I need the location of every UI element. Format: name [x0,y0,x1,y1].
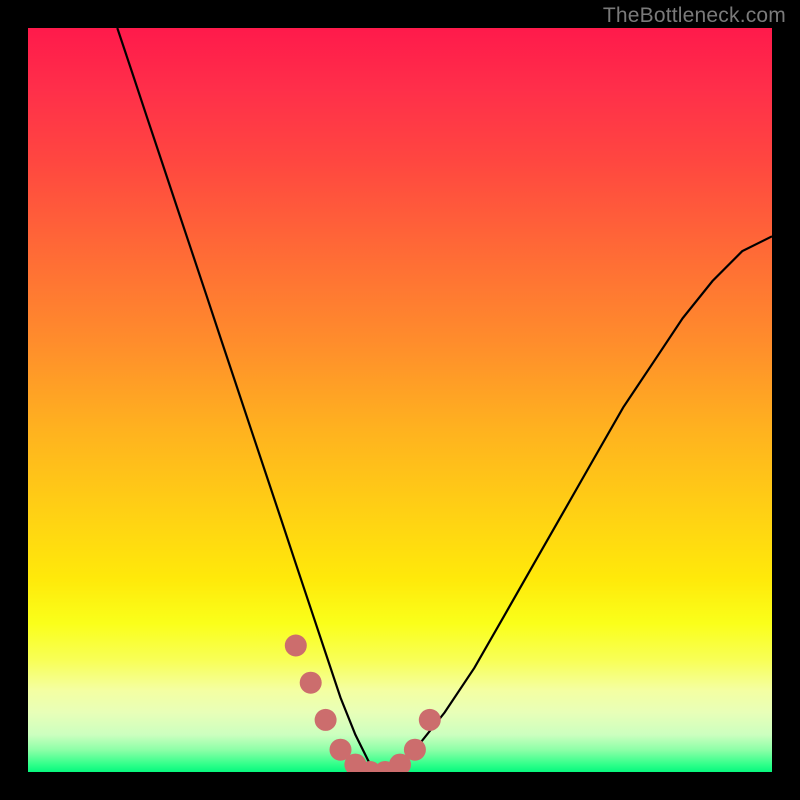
marker-dot [315,709,337,731]
marker-dot [285,635,307,657]
chart-frame: TheBottleneck.com [0,0,800,800]
plot-area [28,28,772,772]
watermark-text: TheBottleneck.com [603,4,786,28]
bottleneck-curve-path [117,28,772,772]
plot-svg [28,28,772,772]
marker-dot [419,709,441,731]
marker-dot [300,672,322,694]
marker-dot [404,739,426,761]
